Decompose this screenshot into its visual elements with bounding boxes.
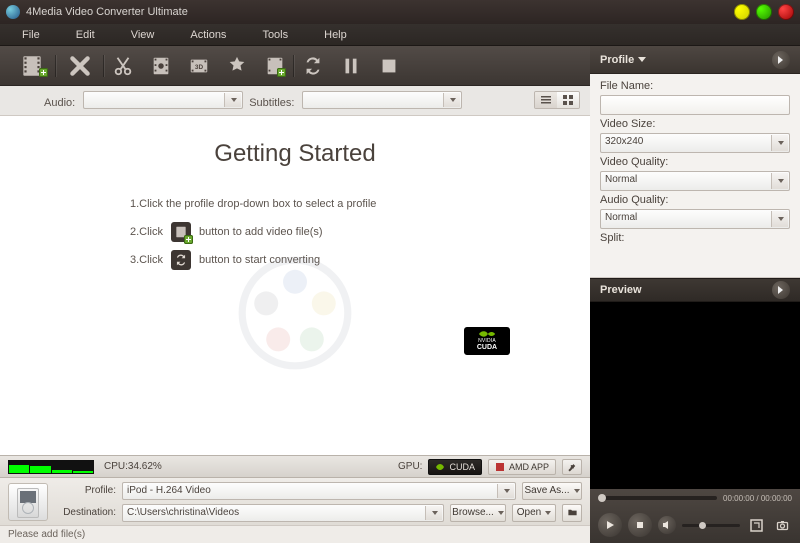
profile-value: iPod - H.264 Video — [127, 484, 495, 498]
profile-thumbnail — [8, 483, 48, 521]
app-icon — [6, 5, 20, 19]
video-quality-value: Normal — [605, 173, 769, 187]
menu-view[interactable]: View — [113, 29, 173, 41]
bottom-panel: Profile: iPod - H.264 Video Save As... D… — [0, 477, 590, 525]
destination-combo[interactable]: C:\Users\christina\Videos — [122, 504, 444, 522]
profile-panel-title: Profile — [600, 54, 634, 66]
step2b-text: button to add video file(s) — [199, 218, 323, 246]
profile-expand-button[interactable] — [772, 51, 790, 69]
add-file-button[interactable] — [10, 51, 54, 81]
plus-icon — [39, 68, 48, 77]
video-quality-combo[interactable]: Normal — [600, 171, 790, 191]
delete-button[interactable] — [58, 51, 102, 81]
preview-stop-button[interactable] — [628, 513, 652, 537]
step3a-text: 3.Click — [130, 246, 163, 274]
app-title: 4Media Video Converter Ultimate — [26, 6, 728, 18]
save-as-button[interactable]: Save As... — [522, 482, 582, 500]
split-label: Split: — [600, 232, 790, 244]
video-size-value: 320x240 — [605, 135, 769, 149]
pause-button[interactable] — [334, 51, 368, 81]
destination-label: Destination: — [56, 507, 116, 518]
chevron-down-icon — [638, 57, 646, 62]
merge-button[interactable] — [258, 51, 292, 81]
subtitles-label: Subtitles: — [249, 97, 294, 109]
audio-quality-value: Normal — [605, 211, 769, 225]
destination-value: C:\Users\christina\Videos — [127, 506, 423, 520]
gpu-label: GPU: — [398, 461, 422, 472]
preview-volume-slider[interactable] — [682, 524, 740, 527]
plus-icon — [277, 68, 286, 77]
profile-combo[interactable]: iPod - H.264 Video — [122, 482, 516, 500]
view-mode-toggle — [534, 91, 580, 109]
video-quality-label: Video Quality: — [600, 156, 790, 168]
video-size-combo[interactable]: 320x240 — [600, 133, 790, 153]
settings-button[interactable] — [562, 459, 582, 475]
preview-timecode: 00:00:00 / 00:00:00 — [723, 494, 792, 503]
getting-started-title: Getting Started — [0, 140, 590, 168]
audio-quality-combo[interactable]: Normal — [600, 209, 790, 229]
3d-effects-button[interactable]: 3D — [182, 51, 216, 81]
menu-help[interactable]: Help — [306, 29, 365, 41]
audio-combo[interactable] — [83, 91, 243, 109]
view-list-button[interactable] — [535, 92, 557, 108]
cpu-label: CPU:34.62% — [104, 461, 162, 472]
file-name-label: File Name: — [600, 80, 790, 92]
audio-subtitles-row: Audio: Subtitles: — [0, 86, 590, 116]
hint-bar: Please add file(s) — [0, 525, 590, 543]
step-add-file-icon — [171, 222, 191, 242]
menu-file[interactable]: File — [4, 29, 58, 41]
watermark-button[interactable] — [220, 51, 254, 81]
main-toolbar: 3D — [0, 46, 590, 86]
window-maximize-button[interactable] — [756, 4, 772, 20]
video-size-label: Video Size: — [600, 118, 790, 130]
step2a-text: 2.Click — [130, 218, 163, 246]
gpu-cuda-badge: CUDA — [428, 459, 482, 475]
open-button[interactable]: Open — [512, 504, 556, 522]
watermark-icon — [235, 253, 355, 373]
effects-button[interactable] — [144, 51, 178, 81]
audio-label: Audio: — [44, 97, 75, 109]
hint-text: Please add file(s) — [8, 529, 85, 540]
gpu-amd-badge: AMD APP — [488, 459, 556, 475]
preview-seek-slider[interactable] — [598, 496, 717, 500]
preview-panel-header: Preview — [590, 278, 800, 302]
profile-properties: File Name: Video Size: 320x240 Video Qua… — [590, 74, 800, 278]
workspace[interactable]: Getting Started 1.Click the profile drop… — [0, 116, 590, 455]
step-convert-icon — [171, 250, 191, 270]
menu-bar: File Edit View Actions Tools Help — [0, 24, 800, 46]
menu-tools[interactable]: Tools — [244, 29, 306, 41]
preview-mute-button[interactable] — [658, 516, 676, 534]
preview-snapshot-button[interactable] — [772, 515, 792, 535]
cut-button[interactable] — [106, 51, 140, 81]
title-bar: 4Media Video Converter Ultimate — [0, 0, 800, 24]
stop-button[interactable] — [372, 51, 406, 81]
preview-title: Preview — [600, 284, 642, 296]
browse-button[interactable]: Browse... — [450, 504, 506, 522]
preview-controls: 00:00:00 / 00:00:00 — [590, 489, 800, 543]
view-grid-button[interactable] — [557, 92, 579, 108]
svg-text:3D: 3D — [195, 63, 204, 70]
subtitles-combo[interactable] — [302, 91, 462, 109]
preview-fullscreen-button[interactable] — [746, 515, 766, 535]
convert-button[interactable] — [296, 51, 330, 81]
audio-quality-label: Audio Quality: — [600, 194, 790, 206]
profile-panel-header[interactable]: Profile — [590, 46, 800, 74]
window-minimize-button[interactable] — [734, 4, 750, 20]
menu-actions[interactable]: Actions — [172, 29, 244, 41]
profile-label: Profile: — [56, 485, 116, 496]
preview-expand-button[interactable] — [772, 281, 790, 299]
window-close-button[interactable] — [778, 4, 794, 20]
menu-edit[interactable]: Edit — [58, 29, 113, 41]
step1-text: 1.Click the profile drop-down box to sel… — [130, 190, 376, 218]
preview-area — [590, 302, 800, 489]
cpu-meter — [8, 460, 94, 474]
file-name-input[interactable] — [600, 95, 790, 115]
nvidia-cuda-badge: NVIDIA CUDA — [464, 327, 510, 355]
getting-started-steps: 1.Click the profile drop-down box to sel… — [130, 190, 590, 274]
open-folder-button[interactable] — [562, 504, 582, 522]
ipod-icon — [17, 488, 39, 518]
status-bar: CPU:34.62% GPU: CUDA AMD APP — [0, 455, 590, 477]
preview-play-button[interactable] — [598, 513, 622, 537]
